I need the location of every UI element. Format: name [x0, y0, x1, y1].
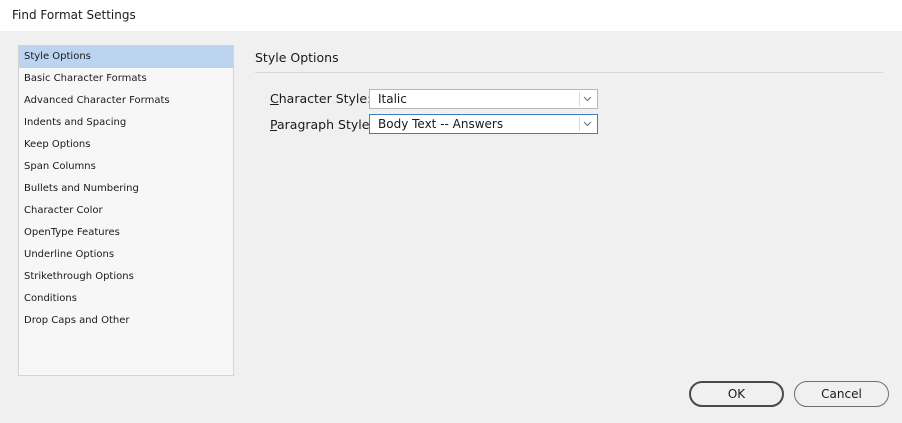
character-style-accel: C: [270, 91, 279, 106]
character-style-label: Character Style:: [270, 91, 371, 106]
section-title: Style Options: [255, 50, 339, 65]
paragraph-style-label: Paragraph Style:: [270, 117, 374, 132]
sidebar-item-drop-caps-and-other[interactable]: Drop Caps and Other: [19, 310, 233, 332]
sidebar-item-style-options[interactable]: Style Options: [19, 46, 233, 68]
title-bar: Find Format Settings: [0, 0, 902, 31]
sidebar-item-keep-options[interactable]: Keep Options: [19, 134, 233, 156]
sidebar-item-opentype-features[interactable]: OpenType Features: [19, 222, 233, 244]
chevron-down-icon[interactable]: [581, 92, 594, 106]
window-title: Find Format Settings: [12, 8, 136, 22]
sidebar-item-strikethrough-options[interactable]: Strikethrough Options: [19, 266, 233, 288]
sidebar-item-bullets-and-numbering[interactable]: Bullets and Numbering: [19, 178, 233, 200]
dropdown-separator: [579, 92, 580, 106]
cancel-button[interactable]: Cancel: [794, 381, 889, 407]
sidebar-item-character-color[interactable]: Character Color: [19, 200, 233, 222]
character-style-select[interactable]: Italic: [369, 89, 598, 109]
sidebar-item-advanced-character-formats[interactable]: Advanced Character Formats: [19, 90, 233, 112]
paragraph-style-select[interactable]: Body Text -- Answers: [369, 114, 598, 134]
sidebar-item-underline-options[interactable]: Underline Options: [19, 244, 233, 266]
sidebar-item-basic-character-formats[interactable]: Basic Character Formats: [19, 68, 233, 90]
section-divider: [255, 72, 883, 73]
paragraph-style-value: Body Text -- Answers: [378, 117, 504, 131]
category-list[interactable]: Style Options Basic Character Formats Ad…: [18, 45, 234, 376]
character-style-value: Italic: [378, 92, 407, 106]
sidebar-item-conditions[interactable]: Conditions: [19, 288, 233, 310]
character-style-label-text: haracter Style:: [278, 91, 372, 106]
dropdown-separator: [579, 117, 580, 131]
ok-button[interactable]: OK: [689, 381, 784, 407]
sidebar-item-span-columns[interactable]: Span Columns: [19, 156, 233, 178]
paragraph-style-accel: P: [270, 117, 277, 132]
sidebar-item-indents-and-spacing[interactable]: Indents and Spacing: [19, 112, 233, 134]
chevron-down-icon[interactable]: [581, 117, 594, 131]
paragraph-style-label-text: aragraph Style:: [276, 117, 374, 132]
